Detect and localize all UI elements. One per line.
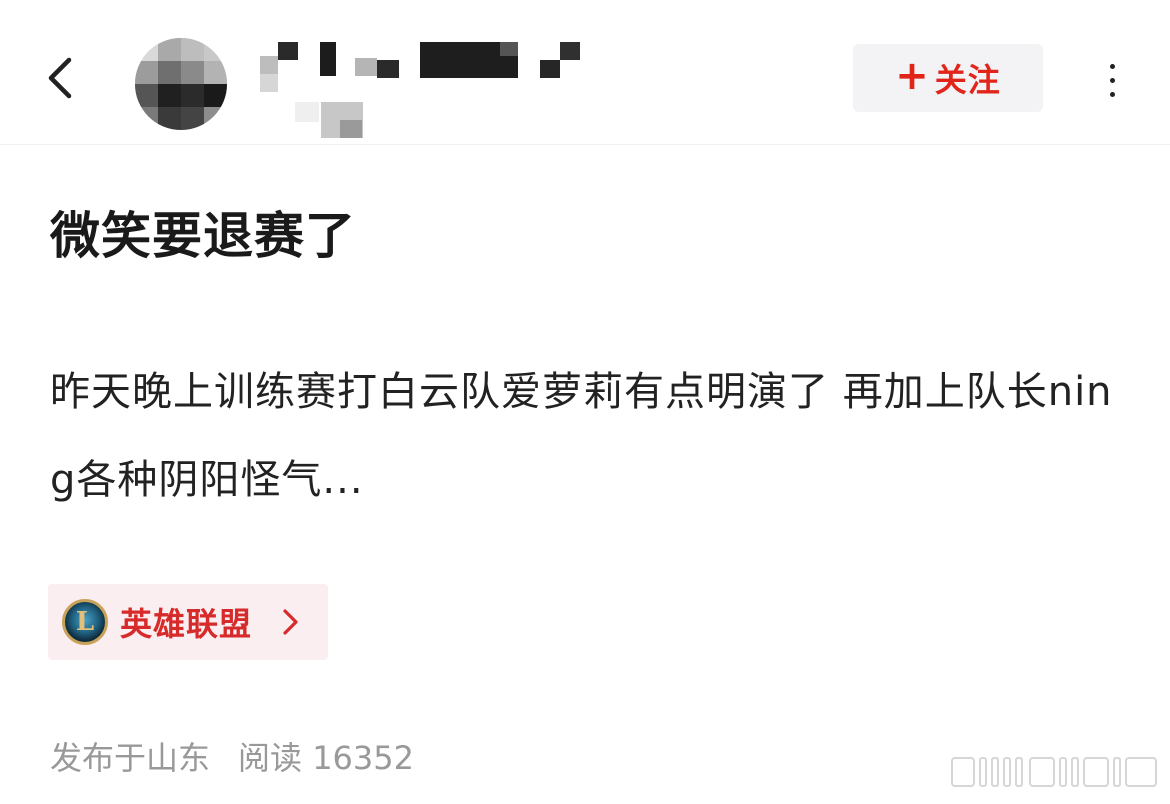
post-title: 微笑要退赛了: [50, 207, 356, 265]
topic-tag-button[interactable]: L 英雄联盟: [48, 584, 329, 660]
follow-label: 关注: [934, 61, 1001, 99]
chevron-right-icon: [283, 609, 298, 635]
chevron-left-icon: [48, 57, 72, 99]
watermark-logo: [951, 757, 1157, 787]
back-button[interactable]: [30, 48, 90, 108]
more-vertical-icon: [1109, 63, 1115, 69]
post-body[interactable]: 昨天晚上训练赛打白云队爱萝莉有点明演了 再加上队长ning各种阴阳怪气...: [50, 348, 1135, 524]
post-meta: 发布于山东 阅读 16352: [50, 733, 414, 779]
plus-icon: +: [895, 53, 929, 99]
topic-label: 英雄联盟: [120, 605, 253, 643]
post-location: 发布于山东: [50, 739, 211, 777]
read-count: 阅读 16352: [238, 739, 414, 777]
avatar[interactable]: [135, 38, 227, 130]
league-of-legends-logo-icon: L: [62, 599, 108, 645]
follow-button[interactable]: + 关注: [853, 44, 1043, 112]
more-options-button[interactable]: [1090, 52, 1134, 108]
top-bar: + 关注: [0, 0, 1170, 145]
username-censored[interactable]: [255, 38, 595, 138]
